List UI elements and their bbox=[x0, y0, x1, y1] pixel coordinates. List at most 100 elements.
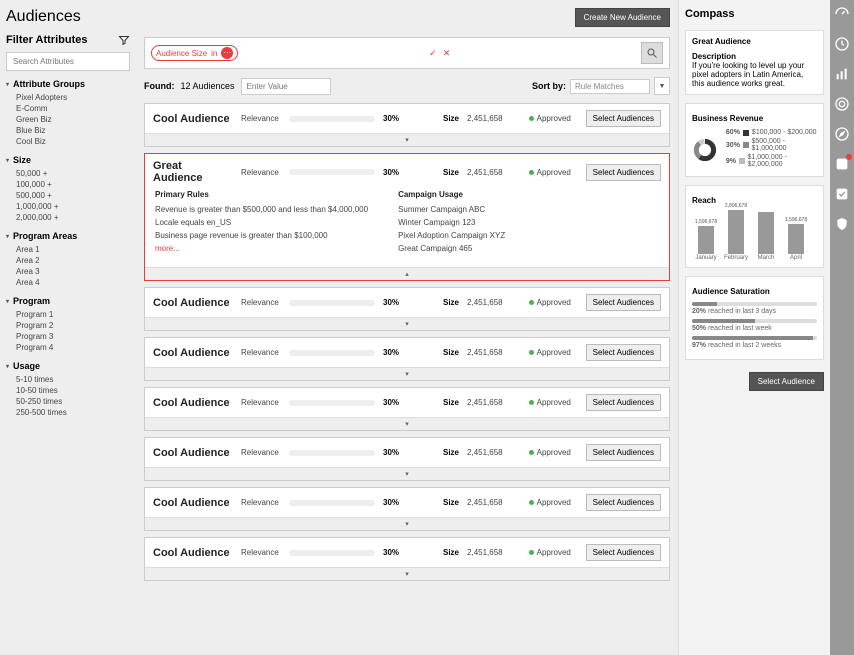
legend-row: 9% $1,000,000 - $2,000,000 bbox=[726, 154, 817, 168]
rule-item: Locale equals en_US bbox=[155, 218, 368, 227]
filter-item[interactable]: 5-10 times bbox=[6, 374, 130, 385]
enter-value-input[interactable] bbox=[241, 78, 331, 95]
status-badge: Approved bbox=[529, 168, 571, 177]
size-value: 2,451,658 bbox=[467, 398, 503, 407]
relevance-pct: 30% bbox=[383, 114, 407, 123]
filter-item[interactable]: Program 1 bbox=[6, 309, 130, 320]
relevance-pct: 30% bbox=[383, 348, 407, 357]
filter-item[interactable]: Green Biz bbox=[6, 114, 130, 125]
business-revenue: Business Revenue 60% $100,000 - $200,000… bbox=[685, 103, 824, 177]
attribute-search-input[interactable] bbox=[11, 55, 125, 68]
relevance-bar bbox=[289, 550, 375, 556]
shield-icon[interactable] bbox=[834, 216, 850, 232]
size-value: 2,451,658 bbox=[467, 114, 503, 123]
card-toggle[interactable]: ▾ bbox=[145, 567, 669, 580]
chip-remove-icon[interactable]: ✕ bbox=[443, 48, 451, 59]
legend-row: 60% $100,000 - $200,000 bbox=[726, 129, 817, 136]
campaign-usage-heading: Campaign Usage bbox=[398, 190, 505, 199]
size-value: 2,451,658 bbox=[467, 298, 503, 307]
filter-item[interactable]: 10-50 times bbox=[6, 385, 130, 396]
select-audiences-button[interactable]: Select Audiences bbox=[586, 344, 661, 361]
filter-heading: Filter Attributes bbox=[6, 34, 88, 46]
filter-group-heading[interactable]: Program Areas bbox=[6, 231, 130, 241]
run-search-button[interactable] bbox=[641, 42, 663, 64]
vertical-nav bbox=[830, 0, 854, 655]
compass-panel: Compass Great Audience Description If yo… bbox=[678, 0, 830, 655]
audience-card: Cool AudienceRelevance30%Size2,451,658Ap… bbox=[144, 537, 670, 581]
select-audiences-button[interactable]: Select Audiences bbox=[586, 294, 661, 311]
filter-chip[interactable]: Audience Size in bbox=[151, 45, 238, 61]
chip-confirm-icon[interactable]: ✓ bbox=[429, 48, 437, 59]
select-audiences-button[interactable]: Select Audiences bbox=[586, 544, 661, 561]
select-audiences-button[interactable]: Select Audiences bbox=[586, 394, 661, 411]
attribute-search[interactable] bbox=[6, 52, 130, 71]
filter-item[interactable]: 100,000 + bbox=[6, 179, 130, 190]
filter-item[interactable]: 250-500 times bbox=[6, 407, 130, 418]
filter-group-heading[interactable]: Usage bbox=[6, 361, 130, 371]
audience-card: Cool AudienceRelevance30%Size2,451,658Ap… bbox=[144, 437, 670, 481]
rule-item: Business page revenue is greater than $1… bbox=[155, 231, 368, 240]
relevance-pct: 30% bbox=[383, 168, 407, 177]
saturation-bar bbox=[692, 336, 817, 340]
bar-chart-icon[interactable] bbox=[834, 66, 850, 82]
filter-item[interactable]: 500,000 + bbox=[6, 190, 130, 201]
filter-item[interactable]: Area 3 bbox=[6, 266, 130, 277]
card-toggle[interactable]: ▾ bbox=[145, 517, 669, 530]
create-audience-button[interactable]: Create New Audience bbox=[575, 8, 670, 27]
compass-icon[interactable] bbox=[834, 126, 850, 142]
card-toggle[interactable]: ▾ bbox=[145, 317, 669, 330]
notification-icon[interactable] bbox=[834, 156, 850, 172]
sort-caret-icon[interactable]: ▼ bbox=[654, 77, 670, 95]
filter-item[interactable]: Area 4 bbox=[6, 277, 130, 288]
page-title: Audiences bbox=[6, 8, 130, 26]
clock-icon[interactable] bbox=[834, 36, 850, 52]
select-audiences-button[interactable]: Select Audiences bbox=[586, 110, 661, 127]
check-icon[interactable] bbox=[834, 186, 850, 202]
filter-item[interactable]: Program 4 bbox=[6, 342, 130, 353]
filter-item[interactable]: Program 3 bbox=[6, 331, 130, 342]
select-audiences-button[interactable]: Select Audiences bbox=[586, 164, 661, 181]
chip-more-icon[interactable] bbox=[221, 47, 233, 59]
audience-name: Cool Audience bbox=[153, 547, 233, 559]
card-toggle[interactable]: ▾ bbox=[145, 367, 669, 380]
gauge-icon[interactable] bbox=[834, 6, 850, 22]
filter-item[interactable]: 50,000 + bbox=[6, 168, 130, 179]
filter-group-heading[interactable]: Attribute Groups bbox=[6, 79, 130, 89]
description-text: If you're looking to level up your pixel… bbox=[692, 61, 817, 88]
campaign-item: Great Campaign 465 bbox=[398, 244, 505, 253]
filter-item[interactable]: Area 1 bbox=[6, 244, 130, 255]
card-toggle[interactable]: ▾ bbox=[145, 417, 669, 430]
saturation-bar bbox=[692, 319, 817, 323]
size-value: 2,451,658 bbox=[467, 448, 503, 457]
audience-name: Cool Audience bbox=[153, 497, 233, 509]
filter-item[interactable]: Pixel Adopters bbox=[6, 92, 130, 103]
status-badge: Approved bbox=[529, 298, 571, 307]
filter-icon[interactable] bbox=[118, 34, 130, 46]
filter-item[interactable]: Blue Biz bbox=[6, 125, 130, 136]
size-value: 2,451,658 bbox=[467, 168, 503, 177]
revenue-heading: Business Revenue bbox=[692, 114, 817, 123]
select-audience-button[interactable]: Select Audience bbox=[749, 372, 824, 391]
filter-item[interactable]: Program 2 bbox=[6, 320, 130, 331]
select-audiences-button[interactable]: Select Audiences bbox=[586, 444, 661, 461]
primary-rules-heading: Primary Rules bbox=[155, 190, 368, 199]
sort-select[interactable]: Rule Matches bbox=[570, 79, 650, 94]
card-toggle[interactable]: ▴ bbox=[145, 267, 669, 280]
card-toggle[interactable]: ▾ bbox=[145, 133, 669, 146]
compass-audience-name: Great Audience bbox=[692, 37, 817, 46]
filter-item[interactable]: 50-250 times bbox=[6, 396, 130, 407]
card-toggle[interactable]: ▾ bbox=[145, 467, 669, 480]
size-label: Size bbox=[443, 398, 459, 407]
filter-item[interactable]: Cool Biz bbox=[6, 136, 130, 147]
filter-item[interactable]: Area 2 bbox=[6, 255, 130, 266]
more-link[interactable]: more... bbox=[155, 244, 368, 253]
filter-item[interactable]: E-Comm bbox=[6, 103, 130, 114]
select-audiences-button[interactable]: Select Audiences bbox=[586, 494, 661, 511]
filter-group-heading[interactable]: Size bbox=[6, 155, 130, 165]
relevance-pct: 30% bbox=[383, 398, 407, 407]
target-icon[interactable] bbox=[834, 96, 850, 112]
filter-group-heading[interactable]: Program bbox=[6, 296, 130, 306]
filter-item[interactable]: 2,000,000 + bbox=[6, 212, 130, 223]
filter-item[interactable]: 1,000,000 + bbox=[6, 201, 130, 212]
relevance-pct: 30% bbox=[383, 498, 407, 507]
